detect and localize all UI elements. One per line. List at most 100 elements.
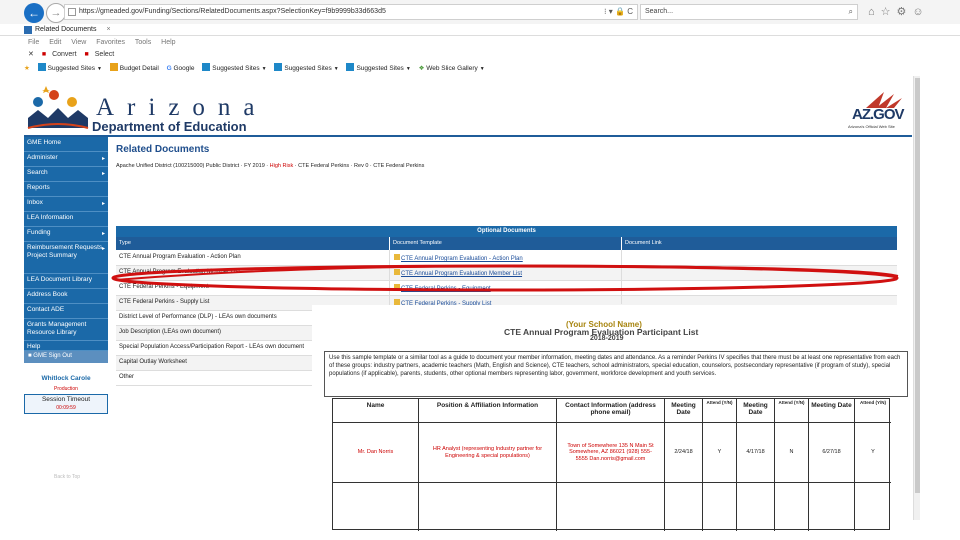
favorite-google[interactable]: G Google	[167, 63, 195, 75]
url-field[interactable]: https://gmeaded.gov/Funding/Sections/Rel…	[64, 4, 638, 20]
participant-date-3: 6/27/18	[809, 423, 855, 483]
sidebar-item-label: Contact ADE	[27, 306, 65, 313]
favorite-site-icon	[37, 63, 46, 71]
row-type: District Level of Performance (DLP) - LE…	[119, 314, 277, 320]
favorite-site-icon	[109, 63, 118, 71]
convert-button[interactable]: Convert	[52, 51, 77, 58]
favorites-star-icon[interactable]: ★	[24, 63, 30, 75]
favorite-label: Suggested Sites	[284, 65, 332, 72]
forward-button[interactable]: →	[46, 3, 66, 23]
chevron-right-icon: ▸	[101, 156, 105, 162]
search-input[interactable]: Search... ⌕	[640, 4, 858, 20]
sidebar-item-address-book[interactable]: Address Book	[24, 289, 108, 304]
row-type: Capital Outlay Worksheet	[119, 359, 187, 365]
table-caption: Optional Documents	[116, 226, 897, 237]
column-header-template: Document Template	[390, 237, 622, 250]
template-link[interactable]: CTE Annual Program Evaluation - Action P…	[394, 254, 523, 262]
gear-icon[interactable]: ⚙	[897, 6, 913, 18]
sidebar-item-gme-home[interactable]: GME Home	[24, 137, 108, 152]
back-to-top-link[interactable]: Back to Top	[54, 474, 108, 480]
sidebar-item-grants-library[interactable]: Grants Management Resource Library	[24, 319, 108, 341]
sidebar-item-lea-document-library[interactable]: LEA Document Library	[24, 274, 108, 289]
chevron-down-icon: ▼	[96, 66, 102, 72]
participant-name: Mr. Dan Norris	[333, 423, 419, 483]
close-icon[interactable]: ✕	[28, 51, 34, 58]
search-placeholder: Search...	[645, 8, 674, 15]
participant-header-contact: Contact Information (address phone email…	[557, 399, 665, 423]
favorite-site-icon	[346, 63, 355, 71]
scrollbar-thumb[interactable]	[915, 78, 920, 493]
sidebar-item-lea-information[interactable]: LEA Information	[24, 212, 108, 227]
favorite-site-icon	[202, 63, 211, 71]
sidebar-item-label: Grants Management Resource Library	[27, 321, 87, 336]
sidebar-item-inbox[interactable]: Inbox ▸	[24, 197, 108, 212]
favorite-suggested-sites-1[interactable]: Suggested Sites ▼	[37, 63, 102, 75]
sidebar-item-reports[interactable]: Reports	[24, 182, 108, 197]
sidebar-item-contact-ade[interactable]: Contact ADE	[24, 304, 108, 319]
sidebar-item-label: Address Book	[27, 291, 68, 298]
sidebar-item-funding[interactable]: Funding ▸	[24, 227, 108, 242]
participant-contact: Town of Somewhere 135 N Main St Somewher…	[557, 423, 665, 483]
empty-cell	[333, 483, 419, 531]
page-scrollbar[interactable]	[913, 76, 920, 520]
department-name: Department of Education	[92, 119, 247, 134]
chevron-right-icon: ▸	[101, 246, 105, 252]
sidebar-item-label: Funding	[27, 229, 51, 236]
smiley-icon[interactable]: ☺	[912, 6, 929, 18]
azgov-logo[interactable]: AZ.GOV Arizona's Official Web Site	[846, 92, 910, 136]
menu-file[interactable]: File	[28, 39, 39, 46]
favorite-label: Budget Detail	[119, 65, 159, 72]
sidebar-item-label: GME Home	[27, 139, 61, 146]
subtitle-main: Apache Unified District (100215000) Publ…	[116, 163, 269, 169]
azgov-subtext: Arizona's Official Web Site	[848, 124, 895, 129]
sign-out-label: GME Sign Out	[33, 353, 72, 359]
home-icon[interactable]: ⌂	[868, 6, 881, 18]
favorite-suggested-sites-4[interactable]: Suggested Sites ▼	[346, 63, 411, 75]
sidebar-item-label: LEA Document Library	[27, 276, 93, 283]
menu-view[interactable]: View	[71, 39, 86, 46]
participant-header-attend-2: Attend (Y/N)	[775, 399, 809, 423]
select-button[interactable]: Select	[95, 51, 114, 58]
sidebar-item-search[interactable]: Search ▸	[24, 167, 108, 182]
menu-tools[interactable]: Tools	[135, 39, 151, 46]
row-type: Job Description (LEAs own document)	[119, 329, 222, 335]
chevron-right-icon: ▸	[101, 201, 105, 207]
participant-header-date-1: Meeting Date	[665, 399, 703, 423]
empty-cell	[419, 483, 557, 531]
sidebar-item-label: Inbox	[27, 199, 43, 206]
web-slice-icon: ❖	[418, 65, 425, 72]
sign-out-button[interactable]: ■ GME Sign Out	[24, 351, 108, 363]
favorite-web-slice-gallery[interactable]: ❖ Web Slice Gallery ▼	[419, 63, 485, 75]
convert-icon[interactable]: ■	[42, 51, 46, 58]
participant-header-date-2: Meeting Date	[737, 399, 775, 423]
favorite-label: Suggested Sites	[212, 65, 260, 72]
document-icon	[394, 254, 400, 260]
url-controls[interactable]: ⁝ ▾ 🔒 C	[604, 5, 633, 19]
sidebar-item-label: Help	[27, 343, 41, 350]
favorite-budget-detail[interactable]: Budget Detail	[109, 63, 159, 75]
tab-title: Related Documents	[35, 26, 97, 33]
star-icon[interactable]: ☆	[881, 6, 897, 18]
command-bar: ✕ ■ Convert ■ Select	[28, 50, 120, 60]
select-icon[interactable]: ■	[85, 51, 89, 58]
close-tab-icon[interactable]: ×	[106, 26, 110, 33]
participant-attend-1: Y	[703, 423, 737, 483]
favorite-suggested-sites-3[interactable]: Suggested Sites ▼	[274, 63, 339, 75]
search-icon[interactable]: ⌕	[849, 5, 853, 19]
menu-favorites[interactable]: Favorites	[96, 39, 125, 46]
sidebar-item-help[interactable]: Help	[24, 341, 108, 351]
participant-header-position: Position & Affiliation Information	[419, 399, 557, 423]
sidebar-item-label: Reports	[27, 184, 50, 191]
favorite-suggested-sites-2[interactable]: Suggested Sites ▼	[202, 63, 267, 75]
back-button[interactable]: ←	[24, 3, 44, 23]
empty-cell	[775, 483, 809, 531]
session-timeout-label: Session Timeout	[41, 396, 91, 403]
sidebar-item-administer[interactable]: Administer ▸	[24, 152, 108, 167]
menu-help[interactable]: Help	[161, 39, 175, 46]
tab-related-documents[interactable]: Related Documents ×	[24, 25, 111, 35]
sidebar-item-reimbursement[interactable]: Reimbursement Requests Project Summary ▸	[24, 242, 108, 274]
participant-date-2: 4/17/18	[737, 423, 775, 483]
row-type: CTE Annual Program Evaluation - Action P…	[119, 254, 241, 260]
menu-edit[interactable]: Edit	[49, 39, 61, 46]
sign-out-icon: ■	[28, 353, 32, 359]
